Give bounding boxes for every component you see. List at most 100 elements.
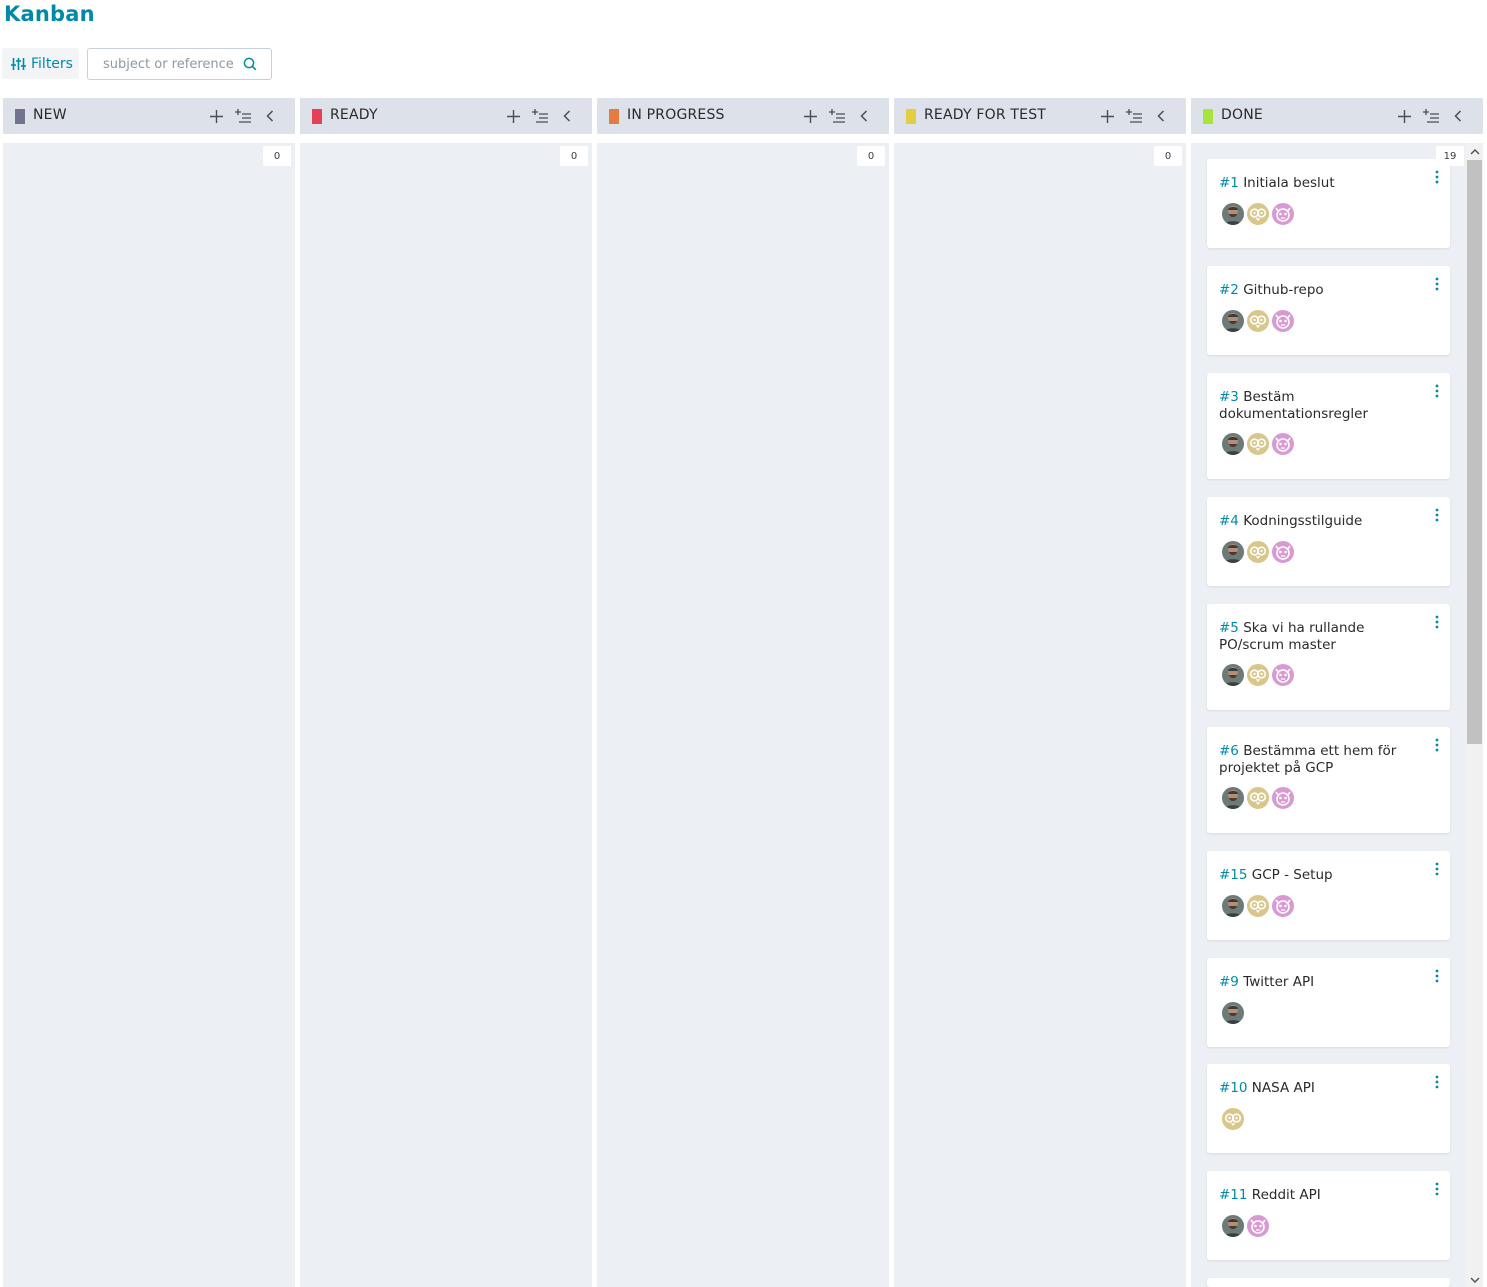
- avatar[interactable]: [1270, 893, 1296, 919]
- add-card-button[interactable]: [504, 107, 522, 125]
- avatar[interactable]: [1245, 201, 1271, 227]
- add-card-button[interactable]: [801, 107, 819, 125]
- card-assignees: [1220, 1106, 1246, 1132]
- card-title[interactable]: #15 GCP - Setup: [1219, 867, 1424, 884]
- card-options-button[interactable]: [1433, 968, 1441, 984]
- avatar[interactable]: [1270, 662, 1296, 688]
- card-subject: Github-repo: [1243, 282, 1324, 298]
- task-card[interactable]: #6 Bestämma ett hem för projektet på GCP: [1207, 727, 1450, 833]
- avatar[interactable]: [1220, 539, 1246, 565]
- fold-column-button[interactable]: [1449, 107, 1467, 125]
- avatar[interactable]: [1245, 785, 1271, 811]
- avatar-photo-icon: [1224, 313, 1242, 332]
- card-assignees: [1220, 1213, 1271, 1239]
- card-title[interactable]: #10 NASA API: [1219, 1080, 1424, 1097]
- add-card-button[interactable]: [207, 107, 225, 125]
- add-card-button[interactable]: [1395, 107, 1413, 125]
- task-card[interactable]: #15 GCP - Setup: [1207, 851, 1450, 940]
- card-reference[interactable]: #9: [1219, 974, 1239, 990]
- task-card[interactable]: #5 Ska vi ha rullande PO/scrum master: [1207, 604, 1450, 710]
- bulk-add-button[interactable]: [234, 107, 252, 125]
- bulk-add-button[interactable]: [828, 107, 846, 125]
- avatar[interactable]: [1245, 893, 1271, 919]
- card-options-button[interactable]: [1433, 276, 1441, 292]
- search-icon[interactable]: [243, 57, 257, 71]
- avatar[interactable]: [1220, 431, 1246, 457]
- card-title[interactable]: #9 Twitter API: [1219, 974, 1424, 991]
- avatar[interactable]: [1220, 308, 1246, 334]
- avatar-photo-icon: [1224, 790, 1242, 809]
- avatar[interactable]: [1220, 1000, 1246, 1026]
- card-title[interactable]: #2 Github-repo: [1219, 282, 1424, 299]
- card-reference[interactable]: #11: [1219, 1187, 1248, 1203]
- card-title[interactable]: #5 Ska vi ha rullande PO/scrum master: [1219, 620, 1424, 654]
- task-card[interactable]: [1207, 1278, 1450, 1287]
- avatar[interactable]: [1220, 1213, 1246, 1239]
- card-reference[interactable]: #5: [1219, 620, 1239, 636]
- avatar[interactable]: [1245, 308, 1271, 334]
- avatar[interactable]: [1245, 539, 1271, 565]
- avatar[interactable]: [1270, 431, 1296, 457]
- task-card[interactable]: #4 Kodningsstilguide: [1207, 497, 1450, 586]
- more-vertical-icon: [1435, 384, 1439, 398]
- scrollbar-thumb[interactable]: [1467, 160, 1482, 744]
- card-options-button[interactable]: [1433, 1074, 1441, 1090]
- avatar[interactable]: [1270, 201, 1296, 227]
- card-reference[interactable]: #3: [1219, 389, 1239, 405]
- card-title[interactable]: #1 Initiala beslut: [1219, 175, 1424, 192]
- card-options-button[interactable]: [1433, 1181, 1441, 1197]
- card-reference[interactable]: #1: [1219, 175, 1239, 191]
- task-card[interactable]: #2 Github-repo: [1207, 266, 1450, 355]
- fold-column-button[interactable]: [558, 107, 576, 125]
- card-title[interactable]: #11 Reddit API: [1219, 1187, 1424, 1204]
- avatar-owl-icon: [1249, 900, 1267, 914]
- avatar[interactable]: [1270, 785, 1296, 811]
- card-reference[interactable]: #6: [1219, 743, 1239, 759]
- add-card-button[interactable]: [1098, 107, 1116, 125]
- avatar-owl-icon: [1249, 669, 1267, 683]
- avatar[interactable]: [1245, 662, 1271, 688]
- task-card[interactable]: #9 Twitter API: [1207, 958, 1450, 1047]
- bulk-add-button[interactable]: [1125, 107, 1143, 125]
- avatar[interactable]: [1245, 1213, 1271, 1239]
- fold-column-button[interactable]: [1152, 107, 1170, 125]
- card-options-button[interactable]: [1433, 737, 1441, 753]
- avatar[interactable]: [1270, 308, 1296, 334]
- card-reference[interactable]: #4: [1219, 513, 1239, 529]
- filters-button[interactable]: Filters: [2, 48, 79, 79]
- card-assignees: [1220, 201, 1296, 227]
- card-options-button[interactable]: [1433, 507, 1441, 523]
- task-card[interactable]: #10 NASA API: [1207, 1064, 1450, 1153]
- card-options-button[interactable]: [1433, 614, 1441, 630]
- avatar[interactable]: [1220, 893, 1246, 919]
- card-title[interactable]: #6 Bestämma ett hem för projektet på GCP: [1219, 743, 1424, 777]
- fold-column-button[interactable]: [261, 107, 279, 125]
- card-title[interactable]: #3 Bestäm dokumentationsregler: [1219, 389, 1424, 423]
- add-icon: [803, 109, 817, 123]
- avatar[interactable]: [1220, 785, 1246, 811]
- task-card[interactable]: #3 Bestäm dokumentationsregler: [1207, 373, 1450, 479]
- card-options-button[interactable]: [1433, 169, 1441, 185]
- bulk-add-icon: [1126, 109, 1142, 123]
- card-options-button[interactable]: [1433, 861, 1441, 877]
- task-card[interactable]: #11 Reddit API: [1207, 1171, 1450, 1260]
- avatar-cat-icon: [1275, 668, 1291, 683]
- scroll-up-button[interactable]: [1467, 144, 1482, 159]
- scroll-down-button[interactable]: [1467, 1272, 1482, 1287]
- card-options-button[interactable]: [1433, 383, 1441, 399]
- card-reference[interactable]: #15: [1219, 867, 1248, 883]
- card-reference[interactable]: #10: [1219, 1080, 1248, 1096]
- card-reference[interactable]: #2: [1219, 282, 1239, 298]
- task-card[interactable]: #1 Initiala beslut: [1207, 159, 1450, 248]
- avatar[interactable]: [1245, 431, 1271, 457]
- search-input[interactable]: [103, 56, 239, 72]
- fold-column-button[interactable]: [855, 107, 873, 125]
- avatar[interactable]: [1220, 662, 1246, 688]
- avatar[interactable]: [1270, 539, 1296, 565]
- bulk-add-button[interactable]: [531, 107, 549, 125]
- avatar[interactable]: [1220, 201, 1246, 227]
- bulk-add-button[interactable]: [1422, 107, 1440, 125]
- avatar[interactable]: [1220, 1106, 1246, 1132]
- avatar-photo-icon: [1224, 1005, 1242, 1024]
- card-title[interactable]: #4 Kodningsstilguide: [1219, 513, 1424, 530]
